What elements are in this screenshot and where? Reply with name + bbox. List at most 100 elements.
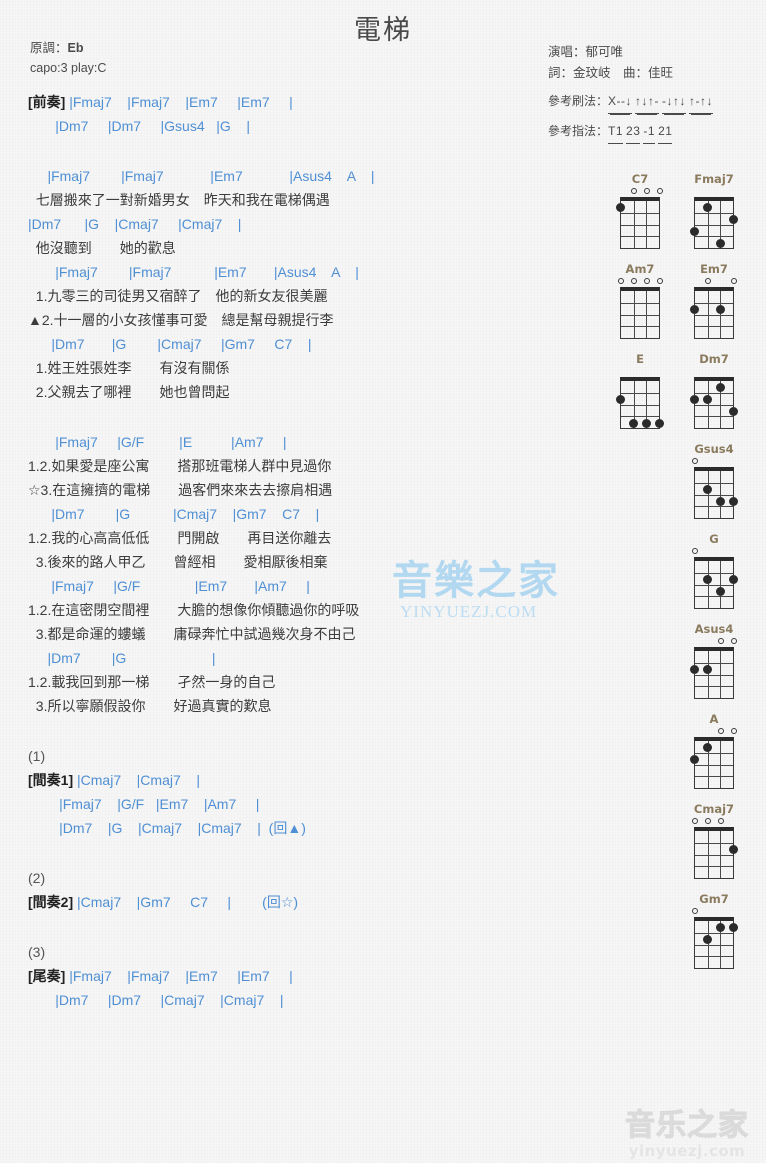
fret-line: [695, 662, 733, 664]
finger-dot: [729, 214, 739, 224]
open-string-markers: [686, 727, 742, 736]
open-string-markers: [686, 367, 742, 376]
chord-line: |Dm7 |G |Cmaj7 |Cmaj7 | (回▲): [28, 820, 306, 836]
fretboard: [686, 367, 742, 433]
meta-left-block: 原調：Eb capo:3 play:C: [30, 38, 106, 78]
section-marker: (1): [28, 748, 46, 764]
chord-diagram-a: A: [686, 712, 742, 793]
chord-diagram-fmaj7: Fmaj7: [686, 172, 742, 253]
chord-line: |Dm7 |G |Cmaj7 |Cmaj7 |: [28, 216, 242, 232]
string-line: [707, 381, 709, 428]
fret-line: [621, 392, 659, 394]
string-line: [646, 201, 648, 248]
lyric-line: 他沒聽到 她的歡息: [28, 240, 176, 256]
finger-dot: [702, 934, 712, 944]
open-string-markers: [686, 817, 742, 826]
chord-diagram-panel: C7 Fmaj7 Am7 Em7 E Dm7 Gsus4 G Asus4 A Cmaj7 Gm7: [598, 172, 766, 982]
chord-diagram-row: Gm7: [598, 892, 766, 982]
singer-row: 演唱：郁可唯: [548, 45, 624, 59]
finger-dot: [729, 496, 739, 506]
open-string-circle-icon: [730, 728, 737, 734]
fret-grid: [694, 197, 734, 249]
finger-dot: [641, 418, 651, 428]
chord-diagram-name: A: [709, 712, 719, 726]
open-string-circle-icon: [691, 908, 698, 914]
fret-line: [695, 686, 733, 688]
finger-dot: [689, 304, 699, 314]
chord-line: [尾奏] |Fmaj7 |Fmaj7 |Em7 |Em7 |: [28, 964, 588, 988]
fret-grid: [620, 377, 660, 429]
lyric-line: 3.後來的路人甲乙 曾經相 愛相厭後相棄: [28, 554, 328, 570]
lyric-line: 1.2.載我回到那一梯 孑然一身的自己: [28, 674, 276, 690]
chord-line: |Dm7 |G |Cmaj7 |Gm7 C7 |: [28, 336, 312, 352]
chord-diagram-name: C7: [631, 172, 649, 186]
section-marker: (2): [28, 870, 46, 886]
chord-sequence: |Fmaj7 |Fmaj7 |Em7 |Em7 |: [65, 968, 293, 984]
finger-dot: [655, 418, 665, 428]
chord-diagram-row: A: [598, 712, 766, 802]
fret-line: [621, 236, 659, 238]
open-string-markers: [612, 277, 668, 286]
open-string-circle-icon: [704, 278, 711, 284]
fret-line: [695, 866, 733, 868]
string-line: [720, 651, 722, 698]
open-string-circle-icon: [691, 818, 698, 824]
capo-row: capo:3 play:C: [30, 61, 107, 75]
lyric-line: 1.2.我的心高高低低 門開啟 再目送你離去: [28, 530, 332, 546]
finger-dot: [689, 754, 699, 764]
fret-line: [695, 776, 733, 778]
finger-dot: [702, 664, 712, 674]
lyric-line: 2.父親去了哪裡 她也曾問起: [28, 384, 230, 400]
fret-line: [695, 416, 733, 418]
finger-dot: [702, 742, 712, 752]
fret-grid: [694, 287, 734, 339]
chord-diagram-am7: Am7: [612, 262, 668, 343]
open-string-circle-icon: [630, 278, 637, 284]
fret-line: [695, 854, 733, 856]
chord-diagram-c7: C7: [612, 172, 668, 253]
fret-grid: [620, 287, 660, 339]
open-string-circle-icon: [617, 278, 624, 284]
fret-line: [695, 572, 733, 574]
finger-dot: [689, 394, 699, 404]
chord-line: |Dm7 |Dm7 |Gsus4 |G |: [28, 118, 251, 134]
chord-diagram-gsus4: Gsus4: [686, 442, 742, 523]
open-string-circle-icon: [717, 638, 724, 644]
chord-lyric-body: [前奏] |Fmaj7 |Fmaj7 |Em7 |Em7 | |Dm7 |Dm7…: [28, 90, 588, 1012]
open-string-markers: [686, 637, 742, 646]
fret-line: [621, 404, 659, 406]
open-string-circle-icon: [691, 458, 698, 464]
fretboard: [686, 277, 742, 343]
fretboard: [686, 187, 742, 253]
chord-diagram-row: Gsus4: [598, 442, 766, 532]
open-string-circle-icon: [630, 188, 637, 194]
fret-line: [695, 674, 733, 676]
chord-sheet-page: 電梯 原調：Eb capo:3 play:C 演唱：郁可唯 詞：金玟岐 曲：佳旺…: [0, 0, 766, 1163]
finger-dot: [715, 496, 725, 506]
finger-dot: [715, 922, 725, 932]
lyric-line: 1.2.在這密閉空間裡 大膽的想像你傾聽過你的呼吸: [28, 602, 360, 618]
finger-dot: [689, 664, 699, 674]
finger-dot: [702, 202, 712, 212]
open-string-circle-icon: [656, 278, 663, 284]
lyric-line: ☆3.在這擁擠的電梯 過客們來來去去擦肩相遇: [28, 482, 333, 498]
chord-diagram-gm7: Gm7: [686, 892, 742, 973]
fretboard: [686, 907, 742, 973]
lyric-line: 七層搬來了一對新婚男女 昨天和我在電梯偶遇: [28, 192, 330, 208]
string-line: [633, 201, 635, 248]
fret-line: [695, 842, 733, 844]
chord-diagram-cmaj7: Cmaj7: [686, 802, 742, 883]
fretboard: [686, 817, 742, 883]
string-line: [720, 471, 722, 518]
chord-diagram-row: Cmaj7: [598, 802, 766, 892]
string-line: [720, 831, 722, 878]
strum-pattern-value: X--↓ ↑↓↑- -↓↑↓ ↑-↑↓: [608, 94, 714, 114]
chord-diagram-row: C7 Fmaj7: [598, 172, 766, 262]
